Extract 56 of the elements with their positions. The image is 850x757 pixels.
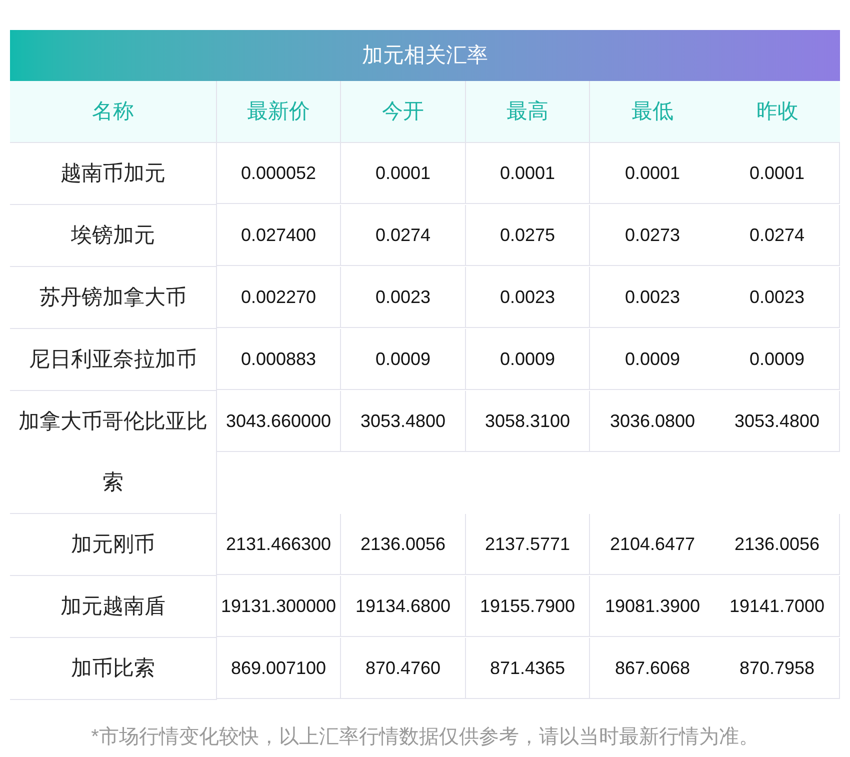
table-cell: 0.0001 (590, 143, 715, 204)
table-cell: 19081.3900 (590, 576, 715, 637)
table-cell: 0.0023 (341, 267, 466, 328)
currency-name: 尼日利亚奈拉加币 (29, 348, 197, 371)
currency-name: 苏丹镑加拿大币 (40, 286, 186, 309)
table-cell: 0.0001 (466, 143, 590, 204)
table-cell: 0.0001 (715, 143, 840, 204)
table-cell: 0.002270 (217, 267, 341, 328)
table-cell: 0.0275 (466, 205, 590, 266)
table-cell: 0.000052 (217, 143, 341, 204)
table-cell: 0.0274 (341, 205, 466, 266)
table-cell: 19134.6800 (341, 576, 466, 637)
table-cell: 19131.300000 (217, 576, 341, 637)
table-cell: 871.4365 (466, 638, 590, 699)
table-cell: 3053.4800 (341, 391, 466, 452)
table-cell: 869.007100 (217, 638, 341, 699)
column-header: 名称 (10, 81, 217, 142)
table-cell: 2136.0056 (341, 514, 466, 575)
table-cell: 3053.4800 (715, 391, 840, 452)
table-cell: 2131.466300 (217, 514, 341, 575)
table-cell: 2136.0056 (715, 514, 840, 575)
table-cell: 870.4760 (341, 638, 466, 699)
table-cell: 3058.3100 (466, 391, 590, 452)
column-header: 最新价 (217, 81, 341, 142)
table-cell: 0.0009 (590, 329, 715, 390)
column-header: 今开 (341, 81, 466, 142)
currency-name: 加币比索 (71, 657, 155, 680)
table-cell: 2104.6477 (590, 514, 715, 575)
table-cell: 870.7958 (715, 638, 840, 699)
table-title: 加元相关汇率 (10, 30, 840, 81)
column-header: 昨收 (756, 98, 800, 125)
currency-name: 越南币加元 (60, 162, 166, 185)
currency-name: 加拿大币哥伦比亚比索 (18, 410, 208, 494)
table-cell: 3036.0800 (590, 391, 715, 452)
table-cell: 0.0009 (715, 329, 840, 390)
table-cell: 0.0009 (341, 329, 466, 390)
table-cell: 19141.7000 (715, 576, 840, 637)
footnote: *市场行情变化较快，以上汇率行情数据仅供参考，请以当时最新行情为准。 (90, 725, 760, 750)
column-header: 最低 (630, 98, 674, 125)
currency-name: 埃镑加元 (71, 224, 155, 247)
table-cell: 2137.5771 (466, 514, 590, 575)
table-cell: 19155.7900 (466, 576, 590, 637)
table-cell: 0.0023 (590, 267, 715, 328)
column-header: 最高 (466, 81, 590, 142)
table-cell: 0.0023 (715, 267, 840, 328)
table-cell: 0.0009 (466, 329, 590, 390)
table-cell: 0.000883 (217, 329, 341, 390)
table-cell: 867.6068 (590, 638, 715, 699)
table-cell: 3043.660000 (217, 391, 341, 452)
table-cell: 0.0023 (466, 267, 590, 328)
table-cell: 0.027400 (217, 205, 341, 266)
table-cell: 0.0274 (715, 205, 840, 266)
currency-name: 加元刚币 (71, 533, 155, 556)
currency-name: 加元越南盾 (60, 595, 166, 618)
table-cell: 0.0273 (590, 205, 715, 266)
table-cell: 0.0001 (341, 143, 466, 204)
